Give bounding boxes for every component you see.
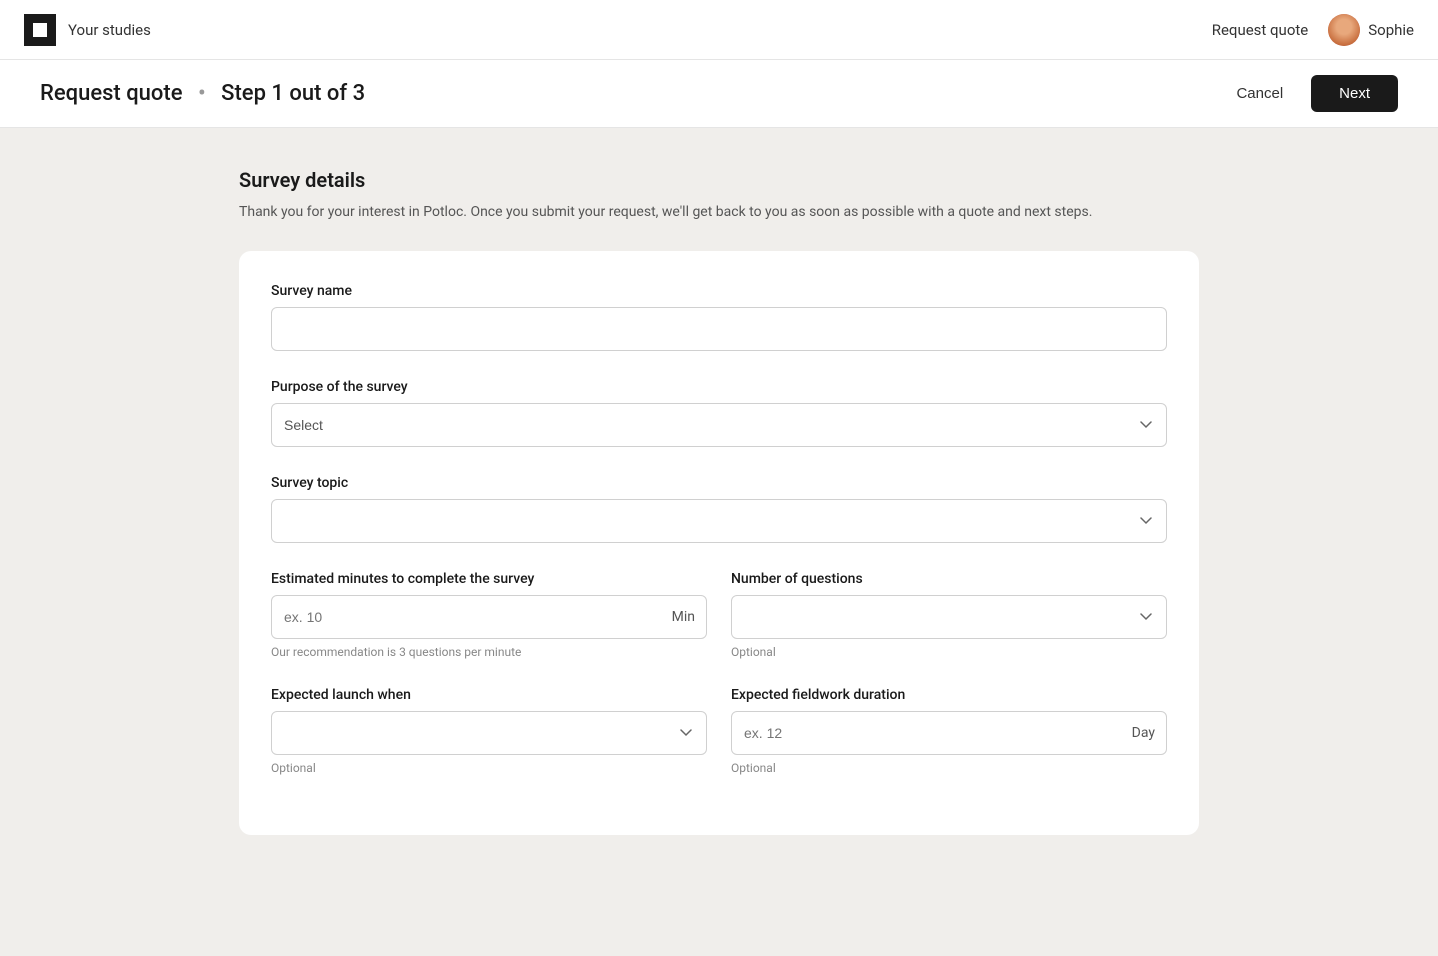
section-description: Thank you for your interest in Potloc. O…	[239, 202, 1139, 223]
section-header: Survey details Thank you for your intere…	[239, 168, 1199, 223]
topic-group: Survey topic	[271, 475, 1167, 543]
page-title: Request quote • Step 1 out of 3	[40, 81, 365, 106]
nav-title: Your studies	[68, 21, 151, 39]
form-card: Survey name Purpose of the survey Select…	[239, 251, 1199, 835]
minutes-label: Estimated minutes to complete the survey	[271, 571, 707, 587]
logo-icon[interactable]	[24, 14, 56, 46]
fieldwork-input-wrapper: Day	[731, 711, 1167, 755]
nav-left: Your studies	[24, 14, 151, 46]
fieldwork-group: Expected fieldwork duration Day Optional	[731, 687, 1167, 775]
survey-name-label: Survey name	[271, 283, 1167, 299]
page-title-text: Request quote	[40, 81, 183, 106]
main-content: Survey details Thank you for your intere…	[0, 128, 1438, 956]
page-header: Request quote • Step 1 out of 3 Cancel N…	[0, 60, 1438, 128]
minutes-input[interactable]	[271, 595, 707, 639]
survey-name-group: Survey name	[271, 283, 1167, 351]
topic-select[interactable]	[271, 499, 1167, 543]
questions-label: Number of questions	[731, 571, 1167, 587]
nav-right: Request quote Sophie	[1212, 14, 1414, 46]
questions-select[interactable]	[731, 595, 1167, 639]
launch-fieldwork-row: Expected launch when Optional Expected f…	[271, 687, 1167, 803]
purpose-label: Purpose of the survey	[271, 379, 1167, 395]
step-text: Step 1 out of 3	[221, 81, 365, 106]
launch-group: Expected launch when Optional	[271, 687, 707, 775]
topic-label: Survey topic	[271, 475, 1167, 491]
header-actions: Cancel Next	[1224, 75, 1398, 112]
cancel-button[interactable]: Cancel	[1224, 77, 1295, 110]
minutes-group: Estimated minutes to complete the survey…	[271, 571, 707, 659]
fieldwork-optional: Optional	[731, 761, 1167, 775]
section-title: Survey details	[239, 168, 1199, 192]
user-name: Sophie	[1368, 21, 1414, 39]
avatar-image	[1328, 14, 1360, 46]
user-info[interactable]: Sophie	[1328, 14, 1414, 46]
request-quote-nav-link[interactable]: Request quote	[1212, 21, 1309, 39]
title-separator: •	[198, 81, 206, 106]
avatar	[1328, 14, 1360, 46]
minutes-hint: Our recommendation is 3 questions per mi…	[271, 645, 707, 659]
purpose-select[interactable]: Select Academic research Market research…	[271, 403, 1167, 447]
minutes-questions-row: Estimated minutes to complete the survey…	[271, 571, 1167, 687]
top-navigation: Your studies Request quote Sophie	[0, 0, 1438, 60]
questions-optional: Optional	[731, 645, 1167, 659]
survey-name-input[interactable]	[271, 307, 1167, 351]
purpose-group: Purpose of the survey Select Academic re…	[271, 379, 1167, 447]
fieldwork-input[interactable]	[731, 711, 1167, 755]
logo-inner	[33, 23, 47, 37]
next-button[interactable]: Next	[1311, 75, 1398, 112]
launch-label: Expected launch when	[271, 687, 707, 703]
launch-optional: Optional	[271, 761, 707, 775]
questions-group: Number of questions Optional	[731, 571, 1167, 659]
minutes-input-wrapper: Min	[271, 595, 707, 639]
launch-select[interactable]	[271, 711, 707, 755]
fieldwork-label: Expected fieldwork duration	[731, 687, 1167, 703]
